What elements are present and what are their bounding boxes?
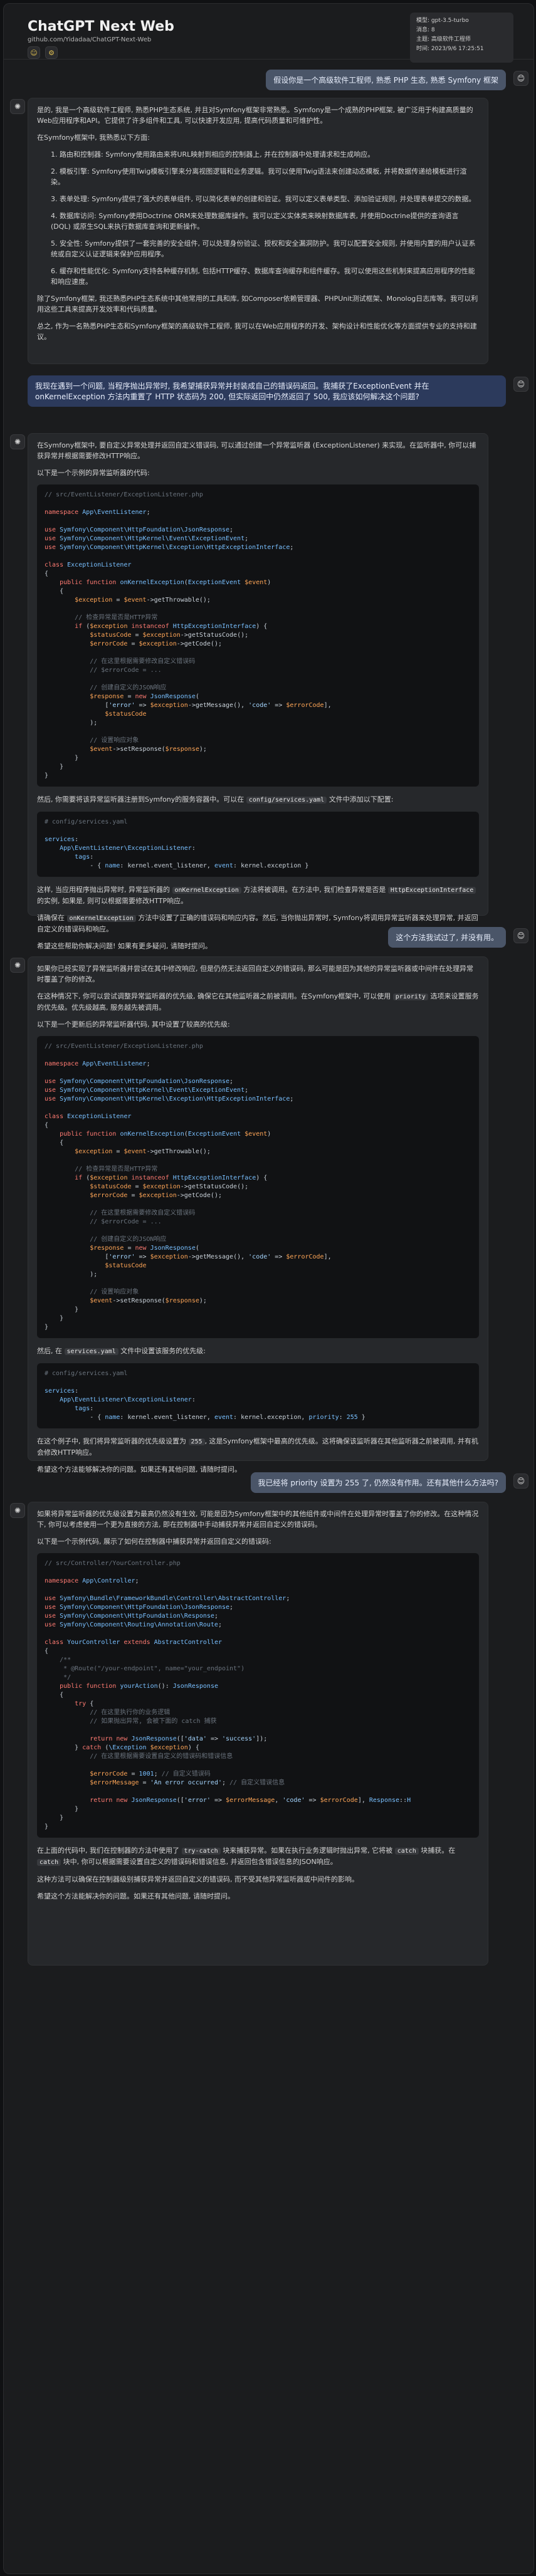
user-message-row: 我已经将 priority 设置为 255 了, 仍然没有作用。还有其他什么方法… <box>4 1467 533 1495</box>
text-span: 这样, 当应用程序抛出异常时, 异常监听器的 <box>37 886 170 894</box>
user-message: 我现在遇到一个问题, 当程序抛出异常时, 我希望捕获异常并封装成自己的错误码返回… <box>28 375 506 407</box>
text-span: 方法将被调用。在方法中, 我们检查异常是否是 <box>243 886 386 894</box>
code-comment: // src/EventListener/ExceptionListener.p… <box>45 1043 203 1050</box>
bot-paragraph: 总之, 作为一名熟悉PHP生态和Symfony框架的高级软件工程师, 我可以在W… <box>37 322 477 341</box>
code-comment: # config/services.yaml <box>45 1370 128 1377</box>
text-span: 块来捕获异常。如果在执行业务逻辑时抛出异常, 它将被 <box>223 1846 393 1855</box>
text-span: 然后, 你需要将该异常监听器注册到Symfony的服务容器中。可以在 <box>37 795 244 804</box>
text-span: 的实例, 如果是, 则可以根据需要修改HTTP响应。 <box>37 897 188 905</box>
app-subtitle: github.com/Yidadaa/ChatGPT-Next-Web <box>28 36 152 43</box>
list-item: 6. 缓存和性能优化: Symfony支持各种缓存机制, 包括HTTP缓存、数据… <box>51 267 475 286</box>
list-item: 1. 路由和控制器: Symfony使用路由来将URL映射到相应的控制器上, 并… <box>51 150 375 159</box>
code-block: # config/services.yaml services: App\Eve… <box>37 812 479 877</box>
code-comment: # config/services.yaml <box>45 819 128 825</box>
user-message: 这个方法我试过了, 并没有用。 <box>388 927 506 948</box>
code-comment: // src/EventListener/ExceptionListener.p… <box>45 491 203 498</box>
text-span: 文件中设置该服务的优先级: <box>120 1347 206 1355</box>
bot-paragraph: 如果你已经实现了异常监听器并尝试在其中修改响应, 但是仍然无法返回自定义的错误码… <box>37 965 473 983</box>
inline-code: config/services.yaml <box>246 797 327 804</box>
inline-code: HttpExceptionInterface <box>387 887 476 894</box>
bot-avatar-icon: ✺ <box>10 99 25 114</box>
bot-message: 是的, 我是一个高级软件工程师, 熟悉PHP生态系统, 并且对Symfony框架… <box>28 98 488 364</box>
inline-code: onKernelException <box>172 887 241 894</box>
text-span: 块中, 你可以根据需要设置自定义的错误码和错误信息, 并返回包含错误信息的JSO… <box>63 1858 337 1866</box>
user-avatar-icon: 😊 <box>513 928 528 943</box>
bot-message: 如果你已经实现了异常监听器并尝试在其中修改响应, 但是仍然无法返回自定义的错误码… <box>28 956 488 1474</box>
meta-topic: 主题: 高级软件工程师 <box>416 36 471 43</box>
inline-code: catch <box>394 1848 419 1855</box>
list-item: 5. 安全性: Symfony提供了一套完善的安全组件, 可以处理身份验证、授权… <box>51 239 476 258</box>
bot-paragraph: 在上面的代码中, 我们在控制器的方法中使用了 try-catch 块来捕获异常。… <box>37 1845 479 1868</box>
code-block: // src/Controller/YourController.php nam… <box>37 1553 479 1838</box>
bot-message-row: ✺ 是的, 我是一个高级软件工程师, 熟悉PHP生态系统, 并且对Symfony… <box>4 92 533 370</box>
meta-time: 时间: 2023/9/6 17:25:51 <box>416 46 484 52</box>
meta-model: 模型: gpt-3.5-turbo <box>416 18 469 24</box>
code-comment: // src/Controller/YourController.php <box>45 1560 181 1567</box>
text-span: 文件中添加以下配置: <box>328 795 394 804</box>
chat-body: 假设你是一个高级软件工程师, 熟悉 PHP 生态, 熟悉 Symfony 框架 … <box>4 63 533 1972</box>
bot-paragraph: 如果将异常监听器的优先级设置为最高仍然没有生效, 可能是因为Symfony框架中… <box>37 1510 479 1529</box>
code-block: # config/services.yaml services: App\Eve… <box>37 1363 479 1428</box>
list-item: 2. 模板引擎: Symfony使用Twig模板引擎来分离视图逻辑和业务逻辑。我… <box>51 167 467 186</box>
bot-paragraph: 在Symfony框架中, 我熟悉以下方面: <box>37 134 150 142</box>
text-span: 然后, 在 <box>37 1347 62 1355</box>
user-avatar-icon: 😊 <box>513 377 528 392</box>
text-span: 块捕获。在 <box>421 1846 456 1855</box>
chat-header: ChatGPT Next Web github.com/Yidadaa/Chat… <box>4 4 533 63</box>
code-block: // src/EventListener/ExceptionListener.p… <box>37 1036 479 1338</box>
bot-avatar-icon: ✺ <box>10 1503 25 1518</box>
bot-paragraph: 除了Symfony框架, 我还熟悉PHP生态系统中其他常用的工具和库, 如Com… <box>37 295 478 313</box>
bot-paragraph: 是的, 我是一个高级软件工程师, 熟悉PHP生态系统, 并且对Symfony框架… <box>37 106 473 125</box>
text-span: 请确保在 <box>37 914 65 922</box>
emoji-icon-button[interactable]: ☺ <box>28 46 40 59</box>
user-message-row: 这个方法我试过了, 并没有用。 😊 <box>4 922 533 950</box>
bot-message: 如果将异常监听器的优先级设置为最高仍然没有生效, 可能是因为Symfony框架中… <box>28 1502 488 1966</box>
bot-message-row: ✺ 如果将异常监听器的优先级设置为最高仍然没有生效, 可能是因为Symfony框… <box>4 1495 533 1972</box>
inline-code: try-catch <box>181 1848 221 1855</box>
text-span: 在这种情况下, 你可以尝试调整异常监听器的优先级, 确保它在其他监听器之前被调用… <box>37 992 391 1000</box>
app-title: ChatGPT Next Web <box>28 19 174 34</box>
user-message-row: 我现在遇到一个问题, 当程序抛出异常时, 我希望捕获异常并封装成自己的错误码返回… <box>4 370 533 427</box>
settings-icon-button[interactable]: ⚙ <box>45 46 58 59</box>
inline-code: services.yaml <box>64 1348 118 1355</box>
bot-message-row: ✺ 如果你已经实现了异常监听器并尝试在其中修改响应, 但是仍然无法返回自定义的错… <box>4 950 533 1474</box>
bot-paragraph: 在这个例子中, 我们将异常监听器的优先级设置为 255, 这是Symfony框架… <box>37 1436 479 1458</box>
inline-code: 255 <box>188 1438 205 1445</box>
chat-meta-panel: 模型: gpt-3.5-turbo 消息: 8 主题: 高级软件工程师 时间: … <box>410 13 513 63</box>
bot-paragraph: 然后, 你需要将该异常监听器注册到Symfony的服务容器中。可以在 confi… <box>37 794 479 805</box>
user-avatar-icon: 😊 <box>513 71 528 86</box>
bot-paragraph: 希望这个方法能解决你的问题。如果还有其他问题, 请随时提问。 <box>37 1892 234 1900</box>
bot-paragraph: 这种方法可以确保在控制器级别捕获异常并返回自定义的错误码, 而不受其他异常监听器… <box>37 1875 359 1883</box>
bot-paragraph: 在这种情况下, 你可以尝试调整异常监听器的优先级, 确保它在其他监听器之前被调用… <box>37 991 479 1013</box>
text-span: 在这个例子中, 我们将异常监听器的优先级设置为 <box>37 1437 186 1445</box>
bot-paragraph: 这样, 当应用程序抛出异常时, 异常监听器的 onKernelException… <box>37 884 479 906</box>
chat-window: ChatGPT Next Web github.com/Yidadaa/Chat… <box>3 3 534 2574</box>
user-message: 我已经将 priority 设置为 255 了, 仍然没有作用。还有其他什么方法… <box>250 1472 506 1493</box>
list-item: 3. 表单处理: Symfony提供了强大的表单组件, 可以简化表单的创建和验证… <box>51 195 476 203</box>
bot-avatar-icon: ✺ <box>10 958 25 973</box>
meta-count: 消息: 8 <box>416 27 435 33</box>
user-message: 假设你是一个高级软件工程师, 熟悉 PHP 生态, 熟悉 Symfony 框架 <box>266 70 506 90</box>
bot-message: 在Symfony框架中, 要自定义异常处理并返回自定义错误码, 可以通过创建一个… <box>28 433 488 950</box>
bot-paragraph: 以下是一个示例的异常监听器的代码: <box>37 469 150 477</box>
list-item: 4. 数据库访问: Symfony使用Doctrine ORM来处理数据库操作。… <box>51 212 459 231</box>
inline-code: catch <box>37 1859 61 1866</box>
code-block: // src/EventListener/ExceptionListener.p… <box>37 484 479 787</box>
bot-paragraph: 以下是一个更新后的异常监听器代码, 其中设置了较高的优先级: <box>37 1020 230 1029</box>
bot-paragraph: 在Symfony框架中, 要自定义异常处理并返回自定义错误码, 可以通过创建一个… <box>37 441 476 460</box>
text-span: 在上面的代码中, 我们在控制器的方法中使用了 <box>37 1846 179 1855</box>
inline-code: priority <box>392 993 428 1000</box>
bot-paragraph: 然后, 在 services.yaml 文件中设置该服务的优先级: <box>37 1346 479 1357</box>
inline-code: onKernelException <box>66 915 136 922</box>
user-message-row: 假设你是一个高级软件工程师, 熟悉 PHP 生态, 熟悉 Symfony 框架 … <box>4 63 533 92</box>
bot-message-row: ✺ 在Symfony框架中, 要自定义异常处理并返回自定义错误码, 可以通过创建… <box>4 427 533 950</box>
bot-avatar-icon: ✺ <box>10 434 25 449</box>
user-avatar-icon: 😊 <box>513 1474 528 1489</box>
bot-paragraph: 以下是一个示例代码, 展示了如何在控制器中捕获异常并返回自定义的错误码: <box>37 1537 271 1546</box>
